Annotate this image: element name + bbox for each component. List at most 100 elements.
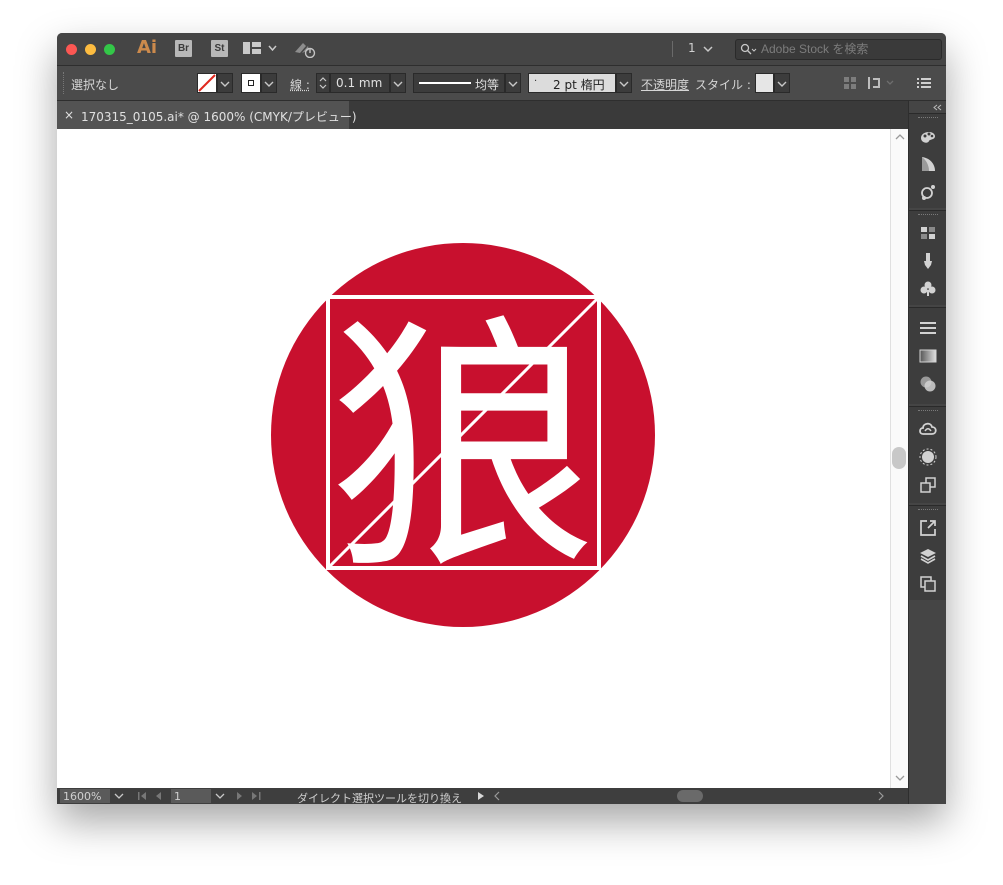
fill-dropdown[interactable]: [217, 73, 233, 93]
document-tab-bar: × 170315_0105.ai* @ 1600% (CMYK/プレビュー): [57, 101, 908, 129]
artboard-canvas[interactable]: 狼: [57, 129, 890, 788]
chevron-down-icon[interactable]: [215, 792, 225, 800]
bridge-button[interactable]: Br: [175, 40, 192, 57]
brush-definition-field[interactable]: · 2 pt 楕円: [528, 73, 616, 93]
search-icon: [740, 43, 757, 55]
stroke-weight-stepper[interactable]: [316, 73, 330, 93]
chevron-down-icon: [777, 81, 787, 87]
graphic-styles-icon[interactable]: [918, 223, 938, 243]
chevron-down-icon: [619, 81, 629, 87]
stroke-weight-dropdown[interactable]: [390, 73, 406, 93]
transparency-icon[interactable]: [918, 374, 938, 394]
none-swatch-icon: [198, 74, 216, 92]
gradient-icon[interactable]: [918, 346, 938, 366]
artwork: 狼: [271, 243, 655, 627]
stroke-weight-value: 0.1 mm: [336, 76, 383, 90]
panel-group-5: [909, 505, 946, 600]
panel-dock: [908, 101, 946, 804]
arrange-documents-icon[interactable]: [243, 42, 279, 56]
brush-label: 2 pt 楕円: [553, 78, 605, 92]
layers-icon[interactable]: [918, 546, 938, 566]
selection-status: 選択なし: [71, 78, 120, 92]
chevron-down-icon: [508, 81, 518, 87]
brush-dropdown[interactable]: [616, 73, 632, 93]
artboards-icon[interactable]: [918, 574, 938, 594]
document-title: 170315_0105.ai* @ 1600% (CMYK/プレビュー): [81, 110, 357, 124]
chevron-down-icon: [264, 81, 274, 87]
isolate-group-icon[interactable]: [867, 75, 897, 91]
grip-icon: [918, 214, 938, 217]
symbols-icon[interactable]: [918, 182, 938, 202]
stroke-swatch[interactable]: [241, 73, 261, 93]
stroke-panel-icon[interactable]: [918, 318, 938, 338]
status-menu-icon[interactable]: [476, 791, 486, 801]
app-logo: Ai: [137, 37, 158, 58]
page-number: 1: [688, 41, 696, 55]
zoom-window-button[interactable]: [104, 44, 115, 55]
style-dropdown[interactable]: [774, 73, 790, 93]
stroke-swatch-icon: [248, 80, 254, 86]
fill-swatch[interactable]: [197, 73, 217, 93]
vertical-scrollbar[interactable]: [890, 129, 909, 788]
chevron-down-icon[interactable]: [114, 792, 124, 800]
stroke-dropdown[interactable]: [261, 73, 277, 93]
close-tab-icon[interactable]: ×: [64, 108, 74, 122]
artboard-number: 1: [174, 790, 181, 803]
grip-icon: [918, 410, 938, 413]
vertical-scroll-thumb[interactable]: [892, 447, 906, 469]
illustrator-window: Ai Br St 1 選択: [57, 33, 946, 804]
kanji-glyph: 狼: [329, 294, 597, 606]
panel-group-3: [909, 307, 946, 404]
style-swatch[interactable]: [755, 73, 774, 93]
profile-dropdown[interactable]: [505, 73, 521, 93]
stroke-weight-field[interactable]: 0.1 mm: [330, 73, 390, 93]
style-label: スタイル :: [695, 78, 751, 92]
grip-icon: [63, 72, 66, 94]
chevron-down-icon: [220, 81, 230, 87]
brushes-icon[interactable]: [918, 251, 938, 271]
stepper-arrows-icon: [319, 77, 327, 89]
profile-line-icon: [419, 82, 471, 84]
export-icon[interactable]: [918, 518, 938, 538]
first-prev-artboard-icon[interactable]: [137, 791, 167, 801]
opacity-link[interactable]: 不透明度: [641, 76, 689, 93]
collapse-panels-icon[interactable]: [933, 104, 943, 111]
status-text: ダイレクト選択ツールを切り換え: [297, 792, 462, 804]
divider: [672, 41, 673, 57]
minimize-window-button[interactable]: [85, 44, 96, 55]
dot-icon: ·: [534, 76, 538, 87]
horizontal-scroll-thumb[interactable]: [677, 790, 703, 802]
scroll-right-icon[interactable]: [877, 791, 885, 801]
next-last-artboard-icon[interactable]: [233, 791, 263, 801]
stock-search-field[interactable]: [735, 39, 942, 60]
chevron-down-icon: [393, 81, 403, 87]
club-symbol-icon[interactable]: [918, 279, 938, 299]
close-window-button[interactable]: [66, 44, 77, 55]
control-bar: 選択なし 線 : 0.1 mm 均等 · 2 pt 楕円 不透明度 スタイル:: [57, 66, 946, 101]
scroll-left-icon[interactable]: [493, 791, 501, 801]
grip-icon: [918, 117, 938, 120]
width-profile-field[interactable]: 均等: [413, 73, 505, 93]
chevron-down-icon[interactable]: [703, 45, 713, 53]
export-asset-icon[interactable]: [918, 475, 938, 495]
swatches-icon[interactable]: [918, 154, 938, 174]
stock-search-input[interactable]: [761, 41, 936, 57]
scroll-down-icon[interactable]: [895, 774, 905, 782]
panel-menu-icon[interactable]: [917, 76, 931, 90]
status-bar: 1600% 1 ダイレクト選択ツールを切り換え: [57, 788, 908, 804]
artboard-number-field[interactable]: 1: [171, 789, 211, 803]
stock-button[interactable]: St: [211, 40, 228, 57]
stroke-label[interactable]: 線 :: [290, 76, 310, 93]
profile-label: 均等: [475, 78, 500, 92]
scroll-up-icon[interactable]: [895, 133, 905, 141]
align-grid-icon[interactable]: [843, 76, 857, 90]
appearance-icon[interactable]: [918, 447, 938, 467]
title-bar: Ai Br St 1: [57, 33, 946, 66]
zoom-value: 1600%: [63, 790, 102, 803]
gpu-performance-icon[interactable]: [293, 40, 317, 58]
document-tab[interactable]: × 170315_0105.ai* @ 1600% (CMYK/プレビュー): [57, 101, 357, 129]
color-guide-icon[interactable]: [918, 126, 938, 146]
panel-group-2: [909, 210, 946, 305]
zoom-field[interactable]: 1600%: [60, 789, 110, 803]
creative-cloud-libraries-icon[interactable]: [918, 419, 938, 439]
